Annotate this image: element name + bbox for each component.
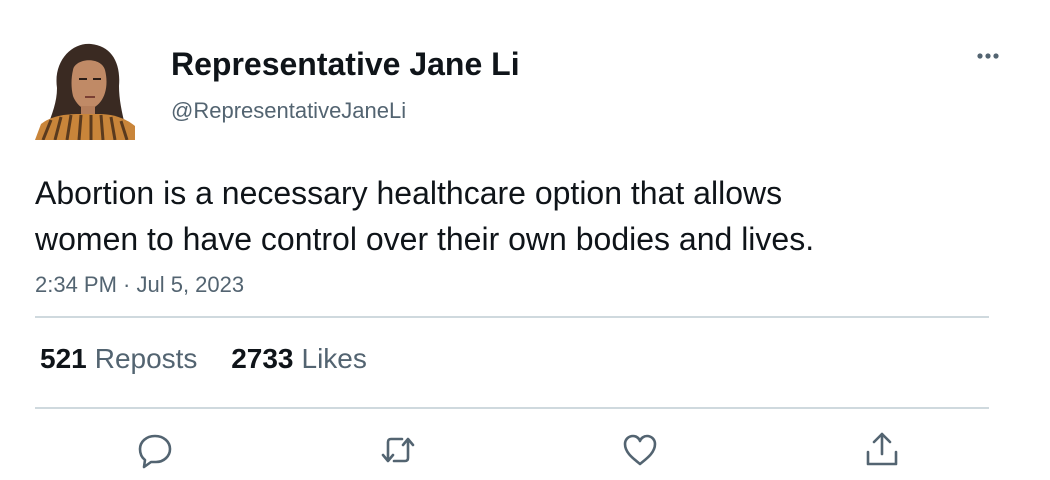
tweet-text-line: Abortion is a necessary healthcare optio…	[35, 175, 783, 211]
repost-button[interactable]	[378, 430, 418, 470]
repost-icon	[381, 437, 415, 463]
tweet-text: Abortion is a necessary healthcare optio…	[35, 170, 995, 262]
more-options-button[interactable]	[968, 44, 1008, 68]
share-button[interactable]	[862, 430, 902, 470]
likes-label: Likes	[301, 343, 367, 374]
divider	[35, 316, 989, 318]
author-display-name[interactable]: Representative Jane Li	[171, 44, 520, 84]
avatar-photo	[35, 40, 135, 140]
author-handle[interactable]: @RepresentativeJaneLi	[171, 96, 406, 126]
avatar[interactable]	[35, 40, 135, 140]
reposts-label: Reposts	[94, 343, 198, 374]
engagement-stats: 521 Reposts 2733 Likes	[40, 340, 393, 378]
reposts-count: 521	[40, 343, 87, 374]
reposts-stat[interactable]: 521 Reposts	[40, 340, 197, 378]
likes-stat[interactable]: 2733 Likes	[231, 340, 367, 378]
tweet-text-line: women to have control over their own bod…	[35, 221, 815, 257]
divider	[35, 407, 989, 409]
reply-icon	[138, 434, 172, 469]
reply-button[interactable]	[135, 430, 175, 470]
tweet-timestamp[interactable]: 2:34 PM · Jul 5, 2023	[35, 270, 244, 300]
tweet-card: Representative Jane Li @RepresentativeJa…	[0, 0, 1050, 480]
like-icon	[623, 434, 657, 466]
like-button[interactable]	[620, 430, 660, 470]
likes-count: 2733	[231, 343, 294, 374]
more-dots-icon	[977, 53, 999, 59]
share-icon	[866, 432, 898, 466]
